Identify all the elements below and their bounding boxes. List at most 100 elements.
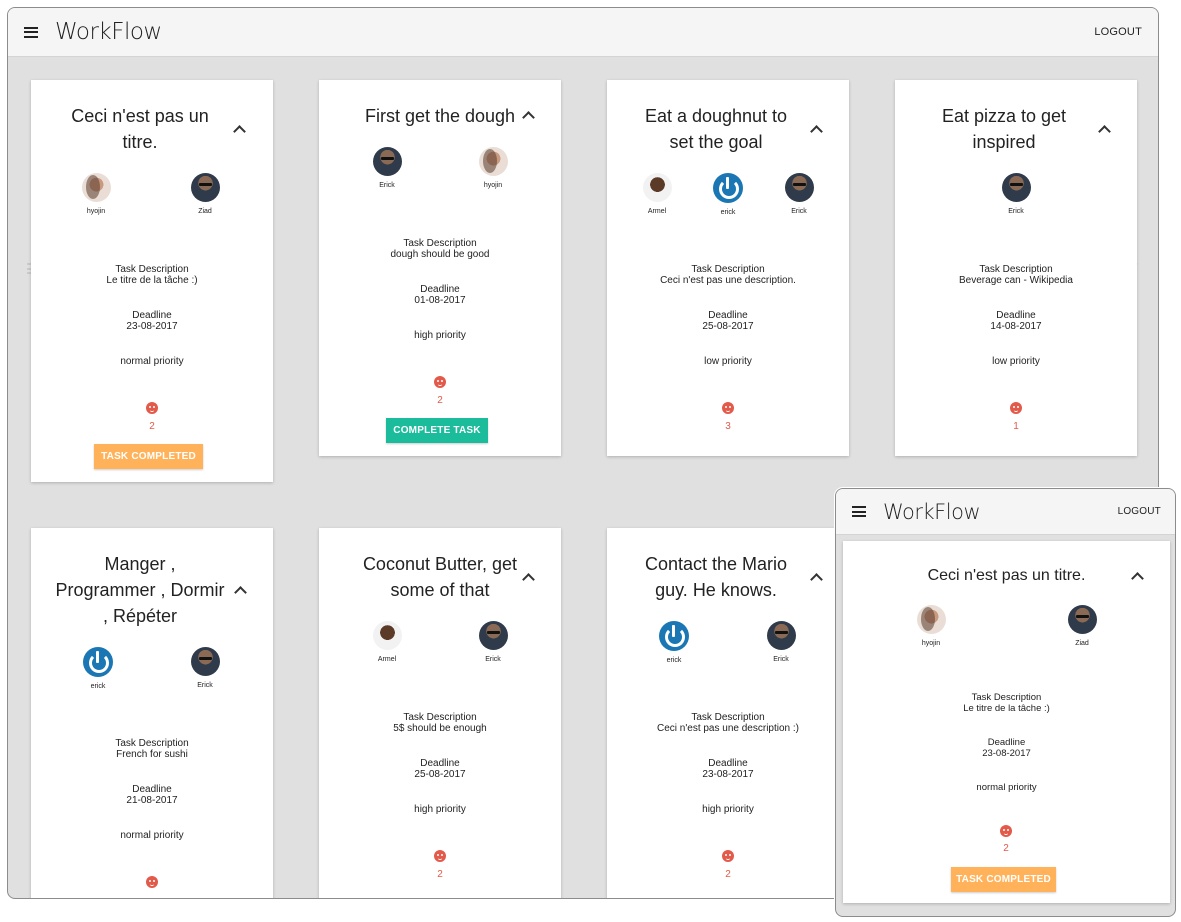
hamburger-icon[interactable] xyxy=(24,26,38,38)
member-name: Erick xyxy=(1008,208,1024,215)
deadline-label: Deadline xyxy=(132,310,172,321)
task-card: Contact the Mario guy. He knows. erick E… xyxy=(607,528,849,898)
power-icon xyxy=(83,647,113,677)
member[interactable]: Erick xyxy=(352,147,422,189)
member-name: Erick xyxy=(197,682,213,689)
card-title-line: inspired xyxy=(972,132,1036,152)
member-name: hyojin xyxy=(86,208,106,215)
description-label: Task Description xyxy=(979,264,1053,275)
priority-text: high priority xyxy=(414,330,466,341)
like-icon[interactable] xyxy=(434,376,446,388)
member-name: erick xyxy=(720,209,736,216)
description-text: dough should be good xyxy=(390,249,490,260)
card-title-line: Contact the Mario xyxy=(644,554,788,574)
card-title-line: titre. xyxy=(122,132,158,152)
deadline-value: 23-08-2017 xyxy=(702,769,754,780)
member-name: erick xyxy=(666,657,682,664)
task-card: Eat a doughnut to set the goal Armel eri… xyxy=(607,80,849,456)
avatar xyxy=(81,173,111,202)
task-card: Manger , Programmer , Dormir , Répéter e… xyxy=(31,528,273,898)
like-count: 2 xyxy=(437,395,443,406)
avatar xyxy=(478,147,508,176)
like-count: 2 xyxy=(725,869,731,880)
description-text: Le titre de la tâche :) xyxy=(963,703,1050,714)
member-name: Erick xyxy=(379,182,395,189)
member[interactable]: erick xyxy=(693,173,763,216)
priority-text: normal priority xyxy=(120,830,184,841)
priority-text: normal priority xyxy=(976,782,1037,793)
hamburger-icon[interactable] xyxy=(852,506,866,517)
deadline-value: 25-08-2017 xyxy=(702,321,754,332)
card-title: Ceci n'est pas un titre. xyxy=(31,103,249,155)
member-name: Ziad xyxy=(198,208,212,215)
avatar xyxy=(190,173,220,202)
app-bar: WorkFlow LOGOUT xyxy=(8,8,1158,57)
card-title-line: set the goal xyxy=(669,132,763,152)
avatar xyxy=(642,173,672,202)
member-name: Erick xyxy=(485,656,501,663)
like-icon[interactable] xyxy=(722,850,734,862)
mobile-window: WorkFlow LOGOUT Ceci n'est pas un titre.… xyxy=(835,488,1176,917)
description-text: Le titre de la tâche :) xyxy=(106,275,198,286)
member[interactable]: Erick xyxy=(746,621,816,663)
avatar xyxy=(1001,173,1031,202)
member[interactable]: erick xyxy=(639,621,709,664)
like-icon[interactable] xyxy=(146,876,158,888)
deadline-label: Deadline xyxy=(420,758,460,769)
card-title-line: Eat a doughnut to xyxy=(644,106,788,126)
like-count: 3 xyxy=(725,421,731,432)
member-name: erick xyxy=(90,683,106,690)
priority-text: normal priority xyxy=(120,356,184,367)
description-text: French for sushi xyxy=(116,749,188,760)
deadline-value: 23-08-2017 xyxy=(982,748,1031,759)
deadline-label: Deadline xyxy=(708,310,748,321)
logout-button[interactable]: LOGOUT xyxy=(1118,506,1161,517)
member[interactable]: erick xyxy=(63,647,133,690)
member[interactable]: hyojin xyxy=(61,173,131,215)
deadline-label: Deadline xyxy=(987,737,1026,748)
member[interactable]: hyojin xyxy=(896,605,966,647)
member[interactable]: Ziad xyxy=(1047,605,1117,647)
like-icon[interactable] xyxy=(1010,402,1022,414)
priority-text: low priority xyxy=(704,356,752,367)
logout-button[interactable]: LOGOUT xyxy=(1094,26,1142,38)
member[interactable]: Armel xyxy=(352,621,422,663)
member-name: Erick xyxy=(773,656,789,663)
member[interactable]: Ziad xyxy=(170,173,240,215)
app-title: WorkFlow xyxy=(883,499,981,524)
card-title-line: guy. He knows. xyxy=(655,580,777,600)
description-label: Task Description xyxy=(691,264,765,275)
card-title-line: Ceci n'est pas un xyxy=(71,106,209,126)
member[interactable]: Erick xyxy=(981,173,1051,215)
deadline-value: 21-08-2017 xyxy=(126,795,178,806)
avatar xyxy=(916,605,946,634)
description-text: Ceci n'est pas une description :) xyxy=(657,723,799,734)
task-card: Eat pizza to get inspired Erick Task Des… xyxy=(895,80,1137,456)
avatar xyxy=(372,147,402,176)
like-icon[interactable] xyxy=(146,402,158,414)
task-card: Ceci n'est pas un titre. hyojin Ziad Tas… xyxy=(31,80,273,482)
member[interactable]: Erick xyxy=(170,647,240,689)
description-text: Beverage can - Wikipedia xyxy=(959,275,1073,286)
card-title: Eat a doughnut to set the goal xyxy=(607,103,825,155)
like-icon[interactable] xyxy=(1000,825,1012,837)
member-name: Armel xyxy=(647,208,667,215)
complete-task-button[interactable]: COMPLETE TASK xyxy=(386,418,488,443)
task-card: Coconut Butter, get some of that Armel E… xyxy=(319,528,561,898)
task-completed-button[interactable]: TASK COMPLETED xyxy=(951,867,1056,892)
task-completed-button[interactable]: TASK COMPLETED xyxy=(94,444,203,469)
avatar xyxy=(1067,605,1097,634)
like-icon[interactable] xyxy=(434,850,446,862)
member[interactable]: Armel xyxy=(622,173,692,215)
like-icon[interactable] xyxy=(722,402,734,414)
deadline-label: Deadline xyxy=(708,758,748,769)
member[interactable]: hyojin xyxy=(458,147,528,189)
member[interactable]: Erick xyxy=(764,173,834,215)
avatar xyxy=(784,173,814,202)
card-title-line: , Répéter xyxy=(102,606,178,626)
description-label: Task Description xyxy=(115,738,189,749)
card-title-line: Eat pizza to get xyxy=(941,106,1067,126)
member[interactable]: Erick xyxy=(458,621,528,663)
deadline-label: Deadline xyxy=(996,310,1036,321)
card-title: Ceci n'est pas un titre. xyxy=(927,567,1086,584)
